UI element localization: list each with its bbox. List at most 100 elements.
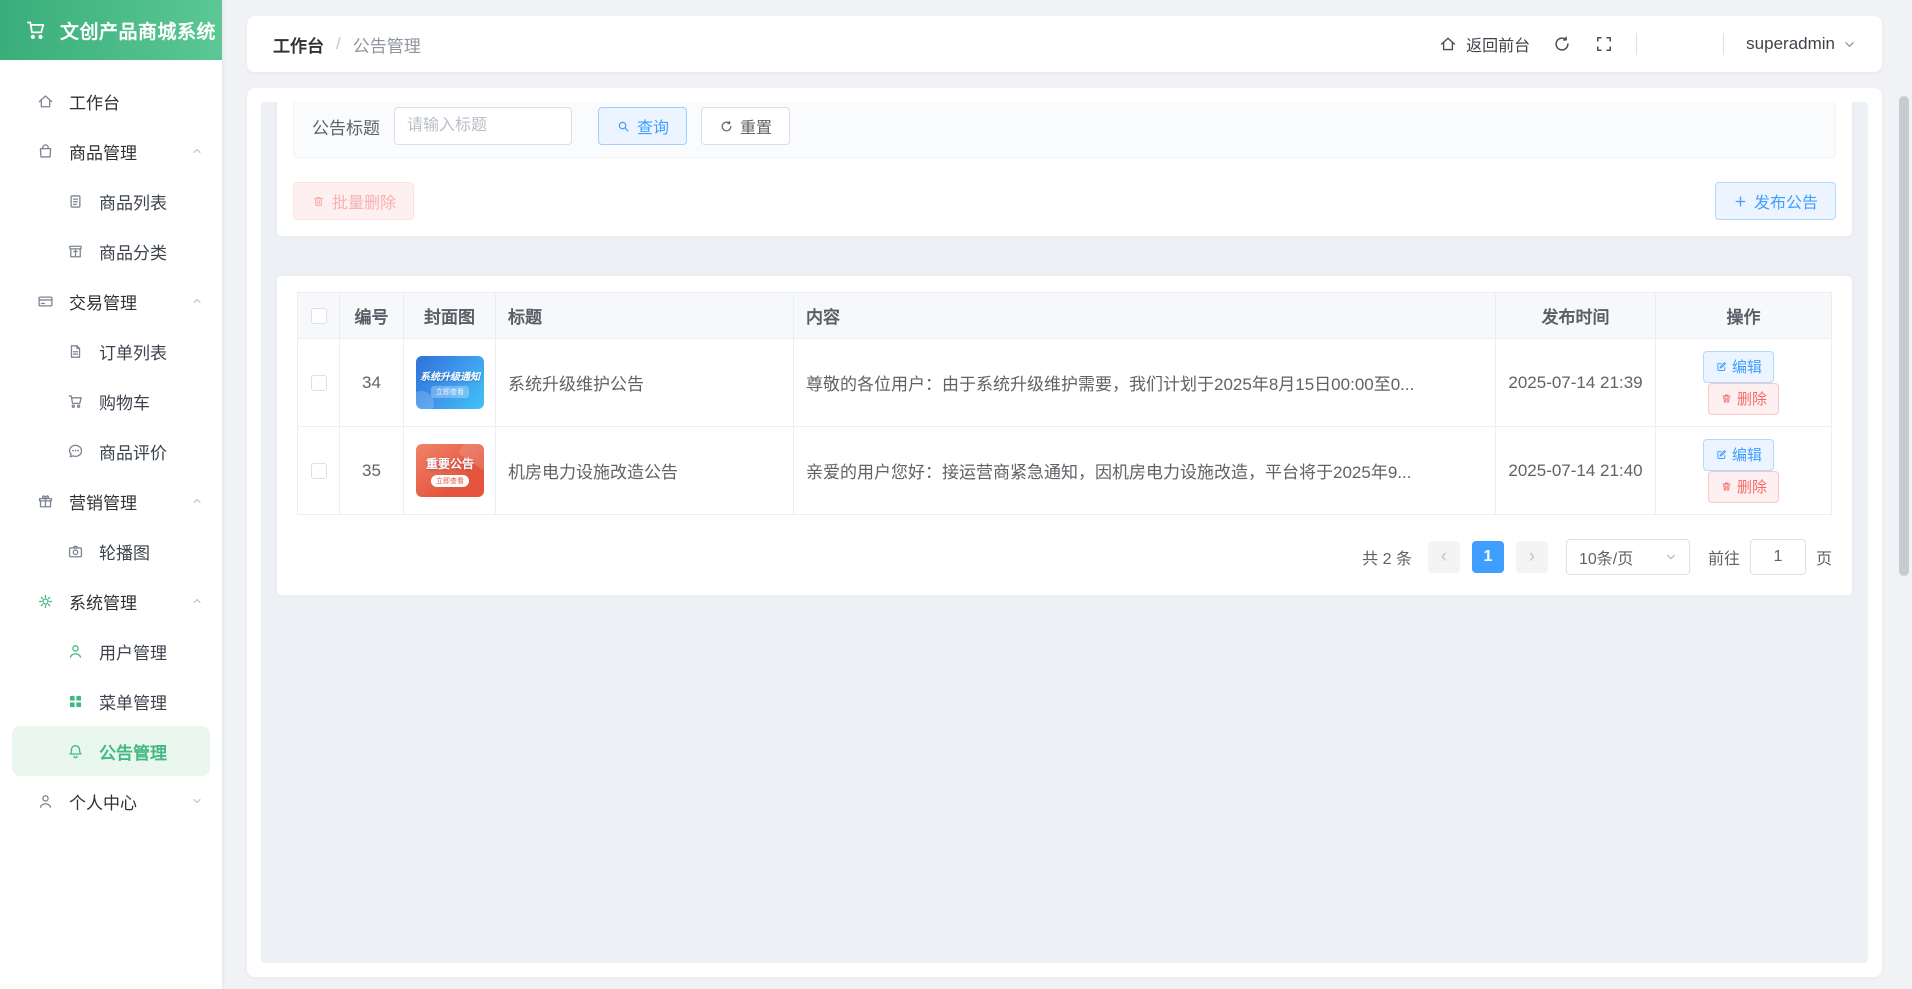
row-publish-time: 2025-07-14 21:40 [1495, 426, 1656, 515]
trash-icon [313, 196, 324, 206]
sidebar-item-menu-management[interactable]: 菜单管理 [0, 676, 222, 726]
next-page-button[interactable]: › [1515, 541, 1548, 573]
edit-button-label: 编辑 [1731, 447, 1762, 464]
row-id: 34 [339, 338, 404, 427]
plus-icon [1735, 196, 1746, 206]
sidebar-item-personal-center[interactable]: 个人中心 [0, 776, 222, 826]
prev-page-button[interactable]: ‹ [1427, 541, 1460, 573]
batch-delete-label: 批量删除 [332, 195, 397, 212]
sidebar-item-announcement-management[interactable]: 公告管理 [12, 726, 210, 776]
search-icon [618, 121, 629, 131]
sidebar-item-product-management[interactable]: 商品管理 [0, 126, 222, 176]
goto-label: 前往 [1707, 551, 1740, 568]
sidebar-item-user-management[interactable]: 用户管理 [0, 626, 222, 676]
sidebar-item-label: 轮播图 [99, 543, 150, 563]
row-publish-time: 2025-07-14 21:39 [1495, 338, 1656, 427]
table-header-row: 编号 封面图 标题 内容 发布时间 操作 [297, 292, 1832, 339]
window-scrollbar[interactable] [1898, 0, 1910, 989]
sidebar-item-system-management[interactable]: 系统管理 [0, 576, 222, 626]
cover-image: 系统升级通知 立即查看 [416, 356, 484, 409]
page-size-select[interactable]: 10条/页 [1565, 539, 1690, 575]
search-button[interactable]: 查询 [598, 107, 688, 145]
sidebar-item-label: 菜单管理 [99, 693, 167, 713]
fullscreen-icon[interactable] [1594, 34, 1614, 54]
page-number-button[interactable]: 1 [1471, 541, 1504, 573]
header-id: 编号 [339, 292, 404, 339]
breadcrumb: 工作台 / 公告管理 [273, 32, 421, 57]
sidebar-item-product-list[interactable]: 商品列表 [0, 176, 222, 226]
cover-image-badge: 立即查看 [431, 474, 469, 487]
grid-icon [66, 692, 85, 711]
page-size-value: 10条/页 [1578, 551, 1634, 568]
delete-button-label: 删除 [1736, 391, 1767, 408]
edit-button-label: 编辑 [1731, 359, 1762, 376]
edit-button[interactable]: 编辑 [1702, 350, 1774, 383]
cart-logo-icon [27, 21, 45, 40]
announcement-table-card: 编号 封面图 标题 内容 发布时间 操作 34 系统升级通知 立即查看 系统升级… [277, 276, 1852, 595]
shopping-bag-icon [36, 142, 55, 161]
list-icon [66, 192, 85, 211]
delete-button[interactable]: 删除 [1707, 382, 1779, 415]
edit-button[interactable]: 编辑 [1702, 438, 1774, 471]
sidebar: 文创产品商城系统 工作台 商品管理 商品列表 商品分类 交易管理 订单列表 购物… [0, 0, 222, 989]
home-icon [36, 92, 55, 111]
reset-button-label: 重置 [740, 120, 773, 137]
publish-announcement-label: 发布公告 [1753, 195, 1818, 212]
breadcrumb-root[interactable]: 工作台 [273, 32, 324, 57]
sidebar-item-workbench[interactable]: 工作台 [0, 76, 222, 126]
search-button-label: 查询 [637, 120, 670, 137]
scroll-viewport[interactable]: 公告标题 查询 重置 批量 [261, 102, 1868, 963]
batch-delete-button[interactable]: 批量删除 [293, 182, 415, 220]
row-title: 机房电力设施改造公告 [495, 426, 794, 515]
pagination: 共 2 条 ‹ 1 › 10条/页 前往 页 [297, 539, 1832, 575]
announcement-title-label: 公告标题 [312, 118, 380, 138]
sidebar-item-label: 用户管理 [99, 643, 167, 663]
comment-icon [66, 442, 85, 461]
bank-card-icon [36, 292, 55, 311]
reset-icon [721, 120, 732, 131]
row-checkbox[interactable] [310, 375, 327, 392]
publish-announcement-button[interactable]: 发布公告 [1714, 182, 1836, 220]
chevron-up-icon [190, 594, 204, 608]
edit-icon [1717, 450, 1726, 459]
announcement-table: 编号 封面图 标题 内容 发布时间 操作 34 系统升级通知 立即查看 系统升级… [297, 292, 1832, 515]
sidebar-item-label: 商品列表 [99, 193, 167, 213]
sidebar-item-label: 商品分类 [99, 243, 167, 263]
delete-button[interactable]: 删除 [1707, 470, 1779, 503]
sidebar-item-shopping-cart[interactable]: 购物车 [0, 376, 222, 426]
sidebar-item-marketing-management[interactable]: 营销管理 [0, 476, 222, 526]
delete-button-label: 删除 [1736, 479, 1767, 496]
sidebar-item-product-category[interactable]: 商品分类 [0, 226, 222, 276]
row-title: 系统升级维护公告 [495, 338, 794, 427]
category-box-icon [66, 242, 85, 261]
breadcrumb-current: 公告管理 [352, 36, 421, 56]
header-actions: 操作 [1655, 292, 1832, 339]
sidebar-item-carousel[interactable]: 轮播图 [0, 526, 222, 576]
trash-icon [1722, 394, 1731, 403]
sidebar-item-trade-management[interactable]: 交易管理 [0, 276, 222, 326]
sidebar-item-label: 订单列表 [99, 343, 167, 363]
main-area: 工作台 / 公告管理 返回前台 superadmin 公告标题 请输入标题 查询… [222, 0, 1912, 989]
document-icon [66, 342, 85, 361]
app-logo: 文创产品商城系统 [0, 0, 222, 60]
scrollbar-thumb[interactable] [1899, 96, 1909, 576]
reset-button[interactable]: 重置 [701, 107, 791, 145]
chevron-down-icon [1666, 554, 1675, 560]
back-to-frontend-button[interactable]: 返回前台 [1438, 32, 1530, 56]
sidebar-item-label: 营销管理 [69, 493, 137, 513]
announcement-title-input[interactable] [394, 107, 572, 145]
row-checkbox[interactable] [310, 463, 327, 480]
select-all-checkbox[interactable] [310, 308, 327, 325]
goto-page-input[interactable] [1749, 539, 1806, 575]
toolbar-row: 批量删除 发布公告 [293, 182, 1836, 220]
sidebar-item-order-list[interactable]: 订单列表 [0, 326, 222, 376]
cover-image-badge: 立即查看 [431, 385, 469, 398]
header-title: 标题 [495, 292, 794, 339]
table-row: 35 重要公告 立即查看 机房电力设施改造公告 亲爱的用户您好：接运营商紧急通知… [297, 426, 1832, 515]
bell-icon [66, 742, 85, 761]
refresh-icon[interactable] [1552, 34, 1572, 54]
header-content: 内容 [793, 292, 1496, 339]
sidebar-item-product-review[interactable]: 商品评价 [0, 426, 222, 476]
row-content: 尊敬的各位用户：由于系统升级维护需要，我们计划于2025年8月15日00:00至… [793, 338, 1496, 427]
user-menu[interactable]: superadmin [1746, 34, 1856, 54]
